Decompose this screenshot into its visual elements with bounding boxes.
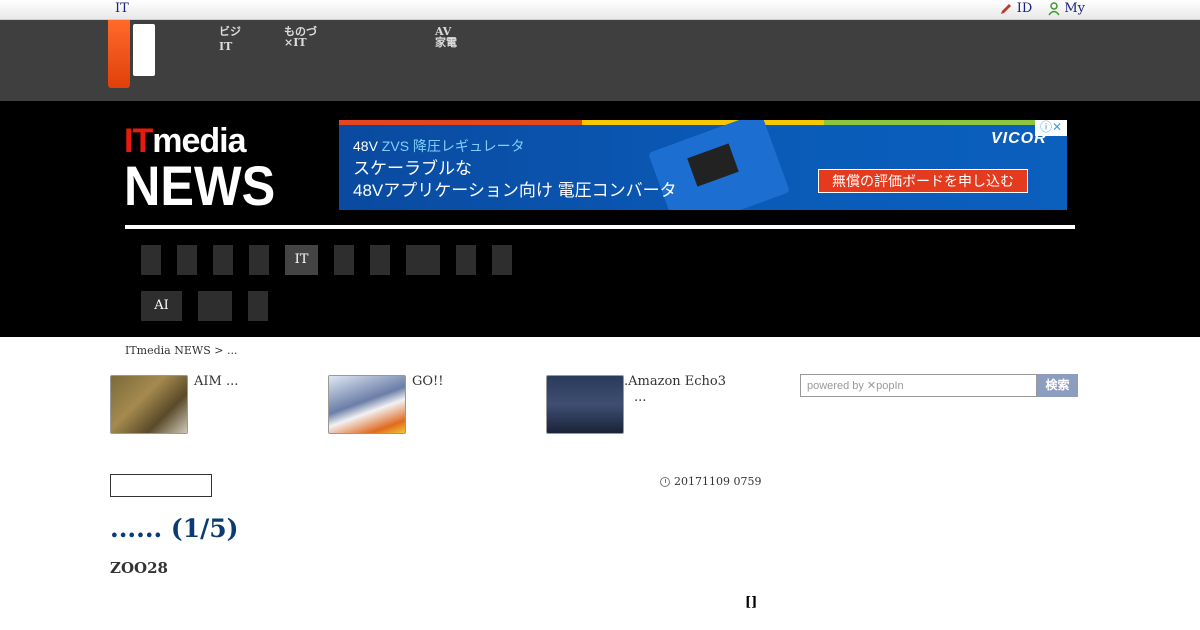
article-subtitle: ZOO28 [110, 559, 168, 577]
nav-tab[interactable] [249, 245, 269, 275]
breadcrumb[interactable]: ITmedia NEWS > ... [125, 344, 237, 357]
nav-tab[interactable] [141, 245, 161, 275]
my-link[interactable]: My [1048, 1, 1085, 16]
nav-tab-it[interactable]: IT [285, 245, 318, 275]
ad-headline: 48V ZVS 降圧レギュレータ [353, 138, 525, 154]
nav-tab-ai[interactable]: AI [141, 291, 182, 321]
nav-tab[interactable] [370, 245, 390, 275]
network-nav-business[interactable]: ビジ IT [219, 26, 241, 52]
search-button[interactable]: 検索 [1037, 374, 1078, 397]
related-title[interactable]: GO!! [412, 375, 444, 389]
utility-bar: IT ID My [0, 0, 1200, 20]
ad-cta-button[interactable]: 無償の評価ボードを申し込む [818, 169, 1028, 193]
article-bracket: [] [745, 595, 758, 610]
site-search: powered by ✕popIn 検索 [800, 374, 1078, 397]
nav-tab[interactable] [198, 291, 232, 321]
itmedia-logo-mark[interactable] [108, 20, 130, 88]
clock-icon [660, 476, 670, 487]
publish-date: 20171109 0759 [660, 475, 761, 488]
share-box[interactable] [110, 474, 212, 497]
news-logo[interactable]: NEWS [124, 156, 275, 216]
nav-tab[interactable] [177, 245, 197, 275]
related-title[interactable]: .Amazon Echo3 [624, 375, 726, 389]
id-link[interactable]: ID [999, 1, 1032, 16]
utility-links: ID My [999, 1, 1085, 16]
banner-ad[interactable]: 48V ZVS 降圧レギュレータ スケーラブルな 48Vアプリケーション向け 電… [339, 120, 1067, 210]
ad-body: スケーラブルな 48Vアプリケーション向け 電圧コンバータ [353, 159, 677, 200]
network-bar: ビジ IT ものづ ×IT AV 家電 [0, 20, 1200, 101]
adchoices-icon[interactable]: ⓘ✕ [1035, 120, 1067, 136]
search-input[interactable]: powered by ✕popIn [800, 374, 1037, 397]
itmedia-logo-mark-white [133, 24, 155, 76]
related-thumbnail[interactable] [546, 375, 624, 434]
related-title-more: ... [634, 390, 647, 405]
user-icon [1048, 1, 1060, 15]
nav-tab[interactable] [334, 245, 354, 275]
article-headline: ...... (1/5) [110, 514, 239, 543]
related-title[interactable]: AIM ... [194, 375, 238, 389]
brand-header: ITmedia NEWS 48V ZVS 降圧レギュレータ スケーラブルな 48… [0, 101, 1200, 337]
brand-divider [125, 225, 1075, 229]
network-nav-av[interactable]: AV 家電 [435, 26, 457, 48]
nav-tab[interactable] [406, 245, 440, 275]
nav-tab[interactable] [456, 245, 476, 275]
related-thumbnail[interactable] [328, 375, 406, 434]
nav-tab[interactable] [213, 245, 233, 275]
related-thumbnail[interactable] [110, 375, 188, 434]
nav-tab[interactable] [248, 291, 268, 321]
network-nav-monodukuri[interactable]: ものづ ×IT [284, 26, 317, 48]
it-network-link[interactable]: IT [115, 1, 129, 16]
pencil-icon [1000, 3, 1011, 14]
ad-color-stripe [339, 120, 1067, 125]
nav-tab[interactable] [492, 245, 512, 275]
